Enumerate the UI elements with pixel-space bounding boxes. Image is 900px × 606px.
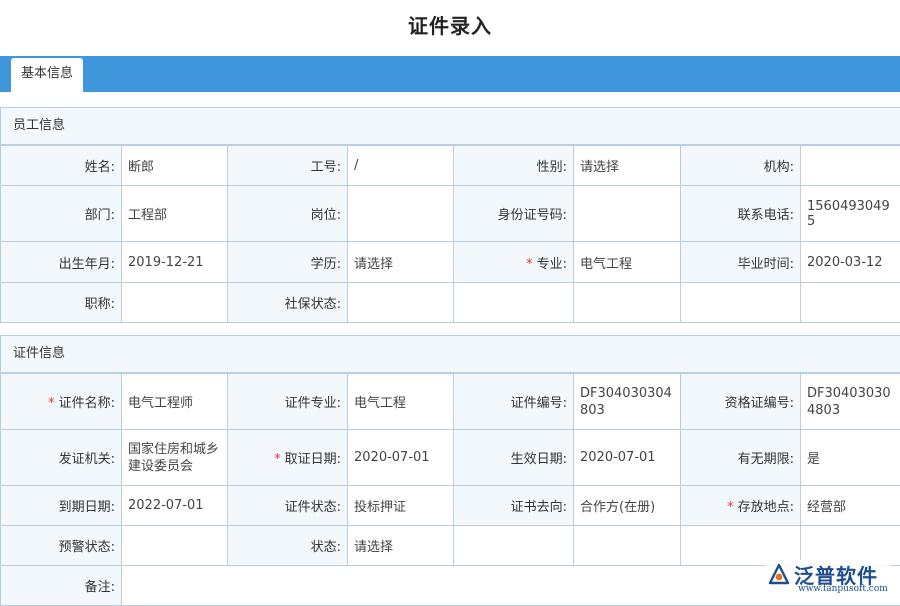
empty-cell (454, 283, 574, 323)
department-label: 部门: (1, 186, 122, 242)
employee-id-field[interactable]: / (348, 146, 454, 186)
storage-location-field[interactable]: 经营部 (801, 486, 900, 526)
form-row: 到期日期: 2022-07-01 证件状态: 投标押证 证书去向: 合作方(在册… (1, 486, 900, 526)
has-expiry-field[interactable]: 是 (801, 430, 900, 486)
phone-label: 联系电话: (681, 186, 801, 242)
storage-location-label-cell: * 存放地点: (681, 486, 801, 526)
has-expiry-label: 有无期限: (681, 430, 801, 486)
cert-number-label: 证件编号: (454, 374, 574, 430)
id-number-field[interactable] (574, 186, 681, 242)
expiry-date-label: 到期日期: (1, 486, 122, 526)
birth-date-label: 出生年月: (1, 242, 122, 283)
employee-id-label: 工号: (228, 146, 348, 186)
brand-watermark: 泛普软件 www.fanpusoft.com (766, 560, 890, 596)
title-rank-field[interactable] (122, 283, 228, 323)
graduation-date-label: 毕业时间: (681, 242, 801, 283)
empty-cell (454, 526, 574, 566)
form-row: * 证件名称: 电气工程师 证件专业: 电气工程 证件编号: DF30403030… (1, 374, 900, 430)
cert-status-label: 证件状态: (228, 486, 348, 526)
phone-field[interactable]: 15604930495 (801, 186, 900, 242)
form-row: 部门: 工程部 岗位: 身份证号码: 联系电话: 15604930495 (1, 186, 900, 242)
birth-date-field[interactable]: 2019-12-21 (122, 242, 228, 283)
effective-date-field[interactable]: 2020-07-01 (574, 430, 681, 486)
issuing-authority-label: 发证机关: (1, 430, 122, 486)
tab-bar: 基本信息 (0, 56, 900, 92)
issuing-authority-field[interactable]: 国家住房和城乡建设委员会 (122, 430, 228, 486)
tab-basic-info[interactable]: 基本信息 (11, 58, 83, 92)
organization-field[interactable] (801, 146, 900, 186)
empty-cell (574, 283, 681, 323)
section-title-certificate: 证件信息 (0, 336, 900, 373)
status-select[interactable]: 请选择 (348, 526, 454, 566)
gender-label: 性别: (454, 146, 574, 186)
department-field[interactable]: 工程部 (122, 186, 228, 242)
page-title: 证件录入 (0, 0, 900, 52)
cert-number-field[interactable]: DF304030304803 (574, 374, 681, 430)
obtain-date-label: 取证日期: (285, 452, 341, 467)
cert-status-field[interactable]: 投标押证 (348, 486, 454, 526)
cert-major-field[interactable]: 电气工程 (348, 374, 454, 430)
education-select[interactable]: 请选择 (348, 242, 454, 283)
required-marker: * (526, 257, 533, 272)
certificate-info-section: 证件信息 * 证件名称: 电气工程师 证件专业: 电气工程 证件编号: DF304… (0, 335, 900, 606)
warning-status-label: 预警状态: (1, 526, 122, 566)
cert-major-label: 证件专业: (228, 374, 348, 430)
position-label: 岗位: (228, 186, 348, 242)
cert-name-field[interactable]: 电气工程师 (122, 374, 228, 430)
form-row: 发证机关: 国家住房和城乡建设委员会 * 取证日期: 2020-07-01 生效日… (1, 430, 900, 486)
qualification-number-label: 资格证编号: (681, 374, 801, 430)
expiry-date-field[interactable]: 2022-07-01 (122, 486, 228, 526)
major-label: 专业: (537, 257, 567, 272)
organization-label: 机构: (681, 146, 801, 186)
empty-cell (801, 283, 900, 323)
obtain-date-label-cell: * 取证日期: (228, 430, 348, 486)
employee-info-table: 姓名: 断郎 工号: / 性别: 请选择 机构: 部门: 工程部 岗位: 身份证… (0, 145, 900, 323)
qualification-number-field[interactable]: DF304030304803 (801, 374, 900, 430)
social-security-field[interactable] (348, 283, 454, 323)
form-row: 出生年月: 2019-12-21 学历: 请选择 * 专业: 电气工程 毕业时间:… (1, 242, 900, 283)
id-number-label: 身份证号码: (454, 186, 574, 242)
cert-name-label: 证件名称: (59, 396, 115, 411)
empty-cell (681, 283, 801, 323)
gender-select[interactable]: 请选择 (574, 146, 681, 186)
social-security-label: 社保状态: (228, 283, 348, 323)
status-label: 状态: (228, 526, 348, 566)
obtain-date-field[interactable]: 2020-07-01 (348, 430, 454, 486)
section-title-employee: 员工信息 (0, 108, 900, 145)
major-label-cell: * 专业: (454, 242, 574, 283)
required-marker: * (48, 396, 55, 411)
form-row: 职称: 社保状态: (1, 283, 900, 323)
effective-date-label: 生效日期: (454, 430, 574, 486)
required-marker: * (274, 452, 281, 467)
certificate-info-table: * 证件名称: 电气工程师 证件专业: 电气工程 证件编号: DF30403030… (0, 373, 900, 606)
employee-info-section: 员工信息 姓名: 断郎 工号: / 性别: 请选择 机构: 部门: 工程部 岗位… (0, 107, 900, 323)
position-field[interactable] (348, 186, 454, 242)
graduation-date-field[interactable]: 2020-03-12 (801, 242, 900, 283)
empty-cell (574, 526, 681, 566)
cert-destination-field[interactable]: 合作方(在册) (574, 486, 681, 526)
major-field[interactable]: 电气工程 (574, 242, 681, 283)
education-label: 学历: (228, 242, 348, 283)
cert-name-label-cell: * 证件名称: (1, 374, 122, 430)
name-label: 姓名: (1, 146, 122, 186)
warning-status-field[interactable] (122, 526, 228, 566)
name-field[interactable]: 断郎 (122, 146, 228, 186)
brand-url: www.fanpusoft.com (798, 584, 888, 594)
storage-location-label: 存放地点: (738, 500, 794, 515)
required-marker: * (727, 500, 734, 515)
form-row: 姓名: 断郎 工号: / 性别: 请选择 机构: (1, 146, 900, 186)
cert-destination-label: 证书去向: (454, 486, 574, 526)
title-rank-label: 职称: (1, 283, 122, 323)
brand-logo-icon (766, 562, 792, 588)
